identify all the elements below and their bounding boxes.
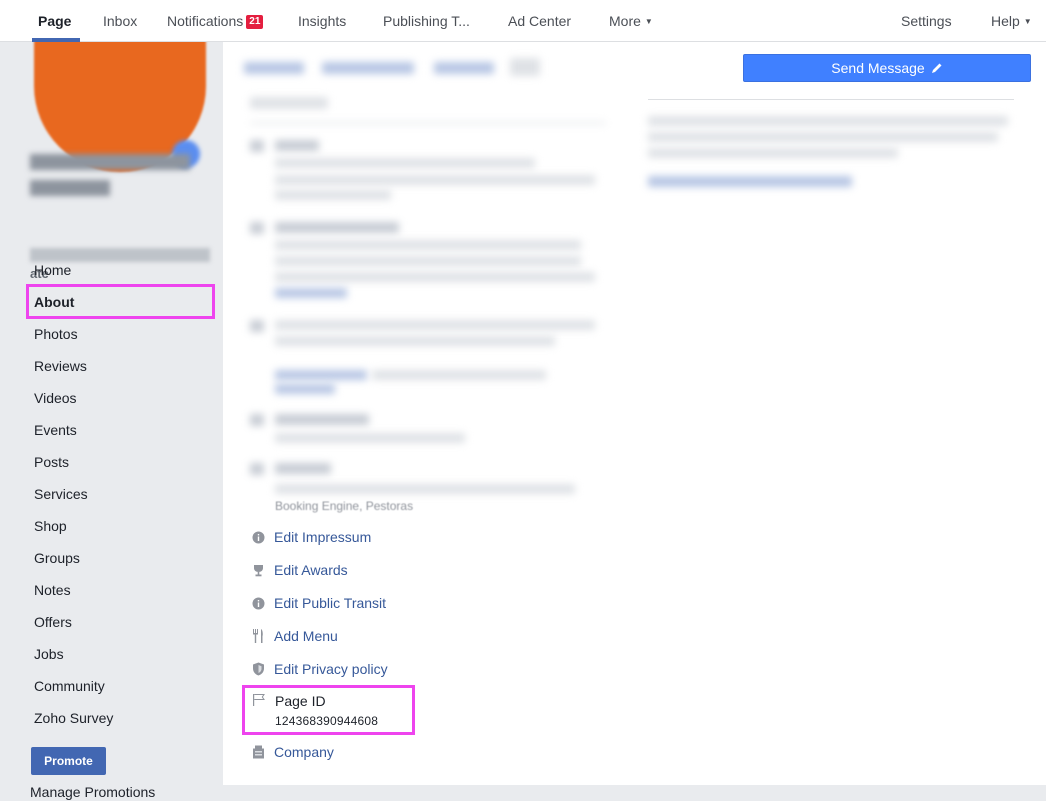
blurred-text [275, 414, 369, 425]
sidebar-item-zoho-survey[interactable]: Zoho Survey [34, 710, 113, 726]
nav-notifications-label: Notifications [167, 13, 244, 29]
blurred-icon [250, 320, 264, 332]
edit-awards-row[interactable]: Edit Awards [252, 562, 348, 578]
edit-public-transit-row[interactable]: Edit Public Transit [252, 595, 386, 611]
blurred-text [275, 240, 581, 250]
blurred-icon [250, 414, 264, 426]
nav-page-tab[interactable]: Page [38, 13, 71, 29]
edit-privacy-policy-link[interactable]: Edit Privacy policy [274, 661, 388, 677]
sidebar-item-offers[interactable]: Offers [34, 614, 72, 630]
nav-help-label: Help [991, 13, 1020, 29]
edit-impressum-row[interactable]: Edit Impressum [252, 529, 371, 545]
blurred-heading [250, 97, 328, 109]
blurred-link [648, 176, 852, 187]
blurred-text [648, 116, 1008, 126]
nav-ad-center-tab[interactable]: Ad Center [508, 13, 571, 29]
blurred-divider [250, 122, 606, 124]
shield-icon [252, 662, 265, 676]
edit-awards-link[interactable]: Edit Awards [274, 562, 348, 578]
edit-public-transit-link[interactable]: Edit Public Transit [274, 595, 386, 611]
blurred-text [275, 336, 555, 346]
blurred-text [275, 463, 331, 474]
edit-impressum-link[interactable]: Edit Impressum [274, 529, 371, 545]
blurred-text [275, 433, 465, 443]
trophy-icon [252, 564, 265, 577]
nav-settings-tab[interactable]: Settings [901, 13, 952, 29]
nav-insights-tab[interactable]: Insights [298, 13, 346, 29]
sidebar-item-reviews[interactable]: Reviews [34, 358, 87, 374]
blurred-breadcrumb [434, 62, 494, 74]
chevron-down-icon: ▼ [1023, 17, 1032, 26]
manage-promotions-link[interactable]: Manage Promotions [30, 784, 155, 800]
blurred-link [275, 288, 347, 298]
nav-notifications-tab[interactable]: Notifications 21 [167, 13, 264, 29]
company-link[interactable]: Company [274, 744, 334, 760]
sidebar-item-videos[interactable]: Videos [34, 390, 77, 406]
info-icon [252, 531, 265, 544]
info-icon [252, 597, 265, 610]
blurred-text [648, 148, 898, 158]
page-id-highlight-box [242, 685, 415, 735]
blurred-category-text: Booking Engine, Pestoras [275, 499, 414, 513]
blurred-text [275, 484, 575, 494]
nav-more-menu[interactable]: More ▼ [609, 13, 653, 29]
sidebar-item-events[interactable]: Events [34, 422, 77, 438]
blurred-text [275, 320, 595, 330]
blurred-text [275, 140, 319, 151]
nav-active-underline [32, 38, 80, 42]
chevron-down-icon: ▼ [644, 17, 653, 26]
add-menu-link[interactable]: Add Menu [274, 628, 338, 644]
send-message-label: Send Message [831, 60, 925, 76]
nav-inbox-tab[interactable]: Inbox [103, 13, 137, 29]
blurred-text [275, 272, 595, 282]
page-handle-blurred [30, 248, 210, 262]
blurred-icon [250, 222, 264, 234]
blurred-icon [250, 463, 264, 475]
company-row[interactable]: Company [252, 744, 334, 760]
sidebar-item-jobs[interactable]: Jobs [34, 646, 64, 662]
promote-button[interactable]: Promote [31, 747, 106, 775]
top-navigation: Page Inbox Notifications 21 Insights Publ… [0, 0, 1046, 42]
nav-help-menu[interactable]: Help ▼ [991, 13, 1032, 29]
sidebar-item-notes[interactable]: Notes [34, 582, 71, 598]
blurred-breadcrumb [244, 62, 304, 74]
blurred-link [275, 370, 367, 380]
blurred-text [275, 175, 595, 185]
about-highlight-box [26, 284, 215, 319]
blurred-control [510, 58, 540, 76]
notifications-count-badge: 21 [246, 15, 264, 29]
blurred-text [275, 158, 535, 168]
page-name-blurred [30, 154, 200, 198]
sidebar-item-groups[interactable]: Groups [34, 550, 80, 566]
sidebar-item-services[interactable]: Services [34, 486, 88, 502]
edit-privacy-policy-row[interactable]: Edit Privacy policy [252, 661, 388, 677]
nav-publishing-tools-tab[interactable]: Publishing T... [383, 13, 470, 29]
right-column-divider [648, 99, 1014, 100]
sidebar-item-home[interactable]: Home [34, 262, 71, 278]
blurred-text [275, 256, 581, 266]
company-icon [252, 745, 265, 759]
blurred-breadcrumb [322, 62, 414, 74]
blurred-text [275, 222, 399, 233]
pencil-icon [931, 63, 942, 73]
blurred-text [275, 190, 391, 200]
fork-knife-icon [252, 629, 265, 643]
blurred-text [648, 132, 998, 142]
blurred-text [372, 370, 546, 380]
sidebar-item-posts[interactable]: Posts [34, 454, 69, 470]
blurred-icon [250, 140, 264, 152]
sidebar-item-shop[interactable]: Shop [34, 518, 67, 534]
nav-more-label: More [609, 13, 641, 29]
sidebar-item-photos[interactable]: Photos [34, 326, 78, 342]
send-message-button[interactable]: Send Message [743, 54, 1031, 82]
add-menu-row[interactable]: Add Menu [252, 628, 338, 644]
sidebar-item-community[interactable]: Community [34, 678, 105, 694]
blurred-link [275, 384, 335, 394]
